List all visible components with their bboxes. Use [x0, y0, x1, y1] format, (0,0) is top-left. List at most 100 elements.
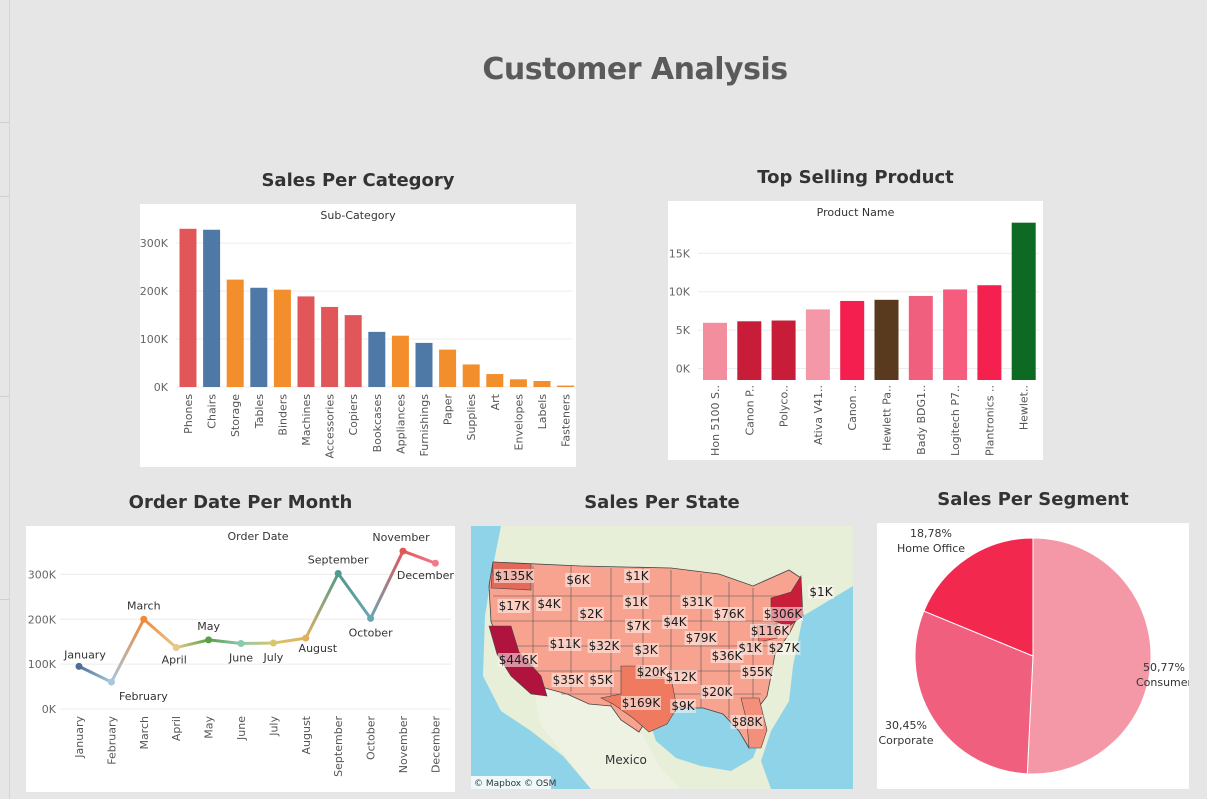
map-value-label: $2K: [579, 607, 603, 621]
bar-fasteners: [557, 385, 575, 387]
x-tick-label: Canon P..: [743, 385, 756, 436]
x-tick-label: Tables: [253, 394, 266, 429]
map-value-label: $9K: [671, 699, 695, 713]
bar-bady-bdg1-: [908, 295, 933, 380]
y-tick-label: 300K: [140, 237, 169, 250]
chart-header: Product Name: [817, 206, 895, 219]
bar-envelopes: [509, 379, 527, 387]
bar-accessories: [321, 306, 339, 387]
bar-plantronics-: [977, 285, 1002, 380]
state-map-title: Sales Per State: [584, 492, 740, 513]
chart-header: Sub-Category: [320, 209, 396, 222]
month-chart-title: Order Date Per Month: [128, 492, 353, 513]
x-tick-label: Bookcases: [371, 394, 384, 453]
point-february: [107, 678, 115, 686]
point-label: December: [397, 569, 455, 582]
map-value-label: $55K: [742, 665, 774, 679]
map-value-label: $27K: [769, 641, 801, 655]
point-label: June: [228, 651, 253, 664]
line-segment: [304, 572, 340, 640]
map-place-label-mexico: Mexico: [605, 753, 647, 767]
chart-header: Order Date: [227, 530, 288, 543]
segment-chart-panel[interactable]: 50,77% Consumer 30,45% Corporate 18,78% Home …: [877, 523, 1189, 789]
state-map-panel[interactable]: $135K $6K $1K $17K $4K $2K $1K $31K $76K $306K $1K…: [471, 526, 853, 789]
segment-chart-title: Sales Per Segment: [937, 489, 1129, 510]
point-label: March: [127, 599, 161, 612]
map-value-label: $36K: [712, 649, 744, 663]
map-value-label: $4K: [663, 615, 687, 629]
category-chart-title: Sales Per Category: [261, 170, 455, 191]
y-tick-label: 100K: [140, 333, 169, 346]
x-tick-label: Bady BDG1..: [915, 385, 928, 455]
x-tick-label: Chairs: [206, 394, 219, 429]
map-attribution[interactable]: © Mapbox © OSM: [474, 779, 556, 789]
map-value-label: $3K: [634, 643, 658, 657]
map-value-label: $31K: [682, 595, 714, 609]
map-value-label: $1K: [624, 595, 648, 609]
map-value-label: $20K: [702, 685, 734, 699]
segment-pie-chart[interactable]: 50,77% Consumer 30,45% Corporate 18,78% Home …: [877, 523, 1189, 789]
bar-hon-5100-s-: [703, 322, 727, 380]
bar-labels: [533, 381, 551, 387]
state-sales-map[interactable]: $135K $6K $1K $17K $4K $2K $1K $31K$76K $306K $1K…: [471, 526, 853, 789]
bar-logitech-p7-: [943, 289, 968, 380]
map-value-label: $20K: [637, 665, 669, 679]
point-label: September: [308, 554, 369, 567]
slice-name: Consumer: [1136, 676, 1189, 689]
line-segment: [174, 638, 211, 650]
y-tick-label: 15K: [669, 247, 691, 260]
category-bar-chart[interactable]: Sub-Category 0K 100K 200K 300K Phones Chairs St…: [140, 204, 576, 467]
y-tick-label: 100K: [28, 658, 57, 671]
point-label: August: [299, 642, 338, 655]
page-title: Customer Analysis: [482, 52, 788, 87]
point-march: [140, 615, 148, 623]
month-line-chart[interactable]: Order Date 0K 100K 200K 300K January January Fe…: [26, 526, 455, 792]
line-segment: [109, 617, 146, 684]
bar-bookcases: [368, 331, 386, 387]
x-tick-label: Appliances: [394, 394, 407, 454]
map-value-label: $88K: [732, 715, 764, 729]
point-april: [172, 644, 180, 652]
point-january: [75, 662, 83, 670]
point-label: April: [162, 654, 187, 667]
y-tick-label: 0K: [42, 703, 57, 716]
x-tick-label: Storage: [229, 394, 242, 437]
x-tick-label: Supplies: [465, 394, 478, 441]
map-value-label: $76K: [714, 607, 746, 621]
point-label: February: [119, 690, 168, 703]
x-tick-label: March: [138, 716, 151, 750]
line-segment: [77, 664, 113, 684]
product-chart-panel[interactable]: Product Name 0K 5K 10K 15K Hon 5100 S.. Canon …: [668, 201, 1043, 460]
point-label: July: [263, 651, 284, 664]
point-may: [205, 636, 213, 644]
x-tick-label: April: [170, 716, 183, 741]
map-value-label: $4K: [537, 597, 561, 611]
month-chart-panel[interactable]: Order Date 0K 100K 200K 300K January January Fe…: [26, 526, 455, 792]
y-tick-label: 0K: [154, 381, 169, 394]
point-october: [367, 614, 375, 622]
x-tick-label: Binders: [276, 394, 289, 436]
x-tick-label: August: [300, 715, 313, 754]
point-december: [431, 559, 439, 567]
x-tick-label: Canon ..: [846, 385, 859, 431]
x-tick-label: Accessories: [324, 394, 337, 459]
x-tick-label: Paper: [442, 394, 455, 426]
category-chart-panel[interactable]: Sub-Category 0K 100K 200K 300K Phones Chairs St…: [140, 204, 576, 467]
line-segment: [142, 617, 178, 650]
slice-percent: 30,45%: [885, 719, 927, 732]
x-tick-label: September: [332, 716, 345, 777]
x-tick-label: Plantronics ..: [983, 385, 996, 456]
x-tick-label: July: [267, 716, 280, 737]
y-tick-label: 200K: [140, 285, 169, 298]
product-bar-chart[interactable]: Product Name 0K 5K 10K 15K Hon 5100 S.. Canon …: [668, 201, 1043, 460]
x-tick-label: Polyco..: [778, 385, 791, 427]
slice-percent: 50,77%: [1143, 661, 1185, 674]
bar-binders: [273, 289, 291, 387]
bar-polyco-: [771, 320, 796, 380]
x-tick-label: Fasteners: [560, 394, 573, 447]
map-value-label: $32K: [589, 639, 621, 653]
map-value-label: $6K: [566, 573, 590, 587]
map-value-label: $116K: [751, 624, 791, 638]
line-segment: [369, 549, 405, 620]
map-value-label: $17K: [499, 599, 531, 613]
